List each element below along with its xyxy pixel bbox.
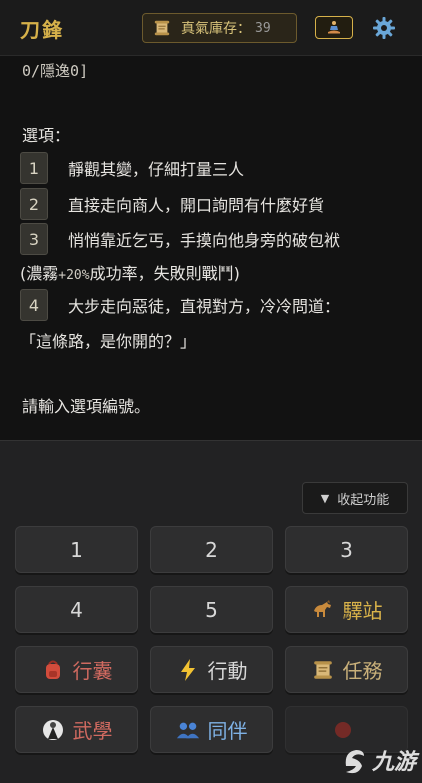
collapse-functions-button[interactable]: ▼ 收起功能 [302,482,408,514]
qi-stock-badge[interactable]: 真氣庫存： 39 [142,13,297,43]
key-label: 5 [205,597,218,622]
meditate-icon [328,20,340,33]
option-number[interactable]: 4 [20,289,48,321]
martial-arts-button[interactable]: 武學 [15,706,138,753]
watermark-logo: 九游 [338,736,422,780]
triangle-down-icon: ▼ [320,491,330,505]
option-1[interactable]: 1 靜觀其變，仔細打量三人 [20,152,244,184]
post-station-button[interactable]: 驛站 [285,586,408,633]
companions-icon [176,718,200,742]
option-3[interactable]: 3 悄悄靠近乞丐，手摸向他身旁的破包袱 [20,223,340,255]
key-label: 3 [340,537,353,562]
key-label: 4 [70,597,83,622]
key-label: 武學 [72,719,113,743]
key-3-button[interactable]: 3 [285,526,408,573]
option-4-continuation: 「這條路，是你開的？」 [20,332,197,351]
qi-stock-value: 39 [255,20,271,36]
app-title: 刀鋒 [20,18,64,42]
qi-stock-label: 真氣庫存： [181,21,251,37]
control-panel: ▼ 收起功能 1 2 3 4 5 驛站 行囊 行動 任務 武學 同伴 九游 [0,440,422,783]
svg-text:九游: 九游 [371,750,420,775]
key-label: 行動 [207,659,248,683]
option-number[interactable]: 3 [20,223,48,255]
key-label: 行囊 [72,659,113,683]
scroll-icon [311,658,335,682]
option-4[interactable]: 4 大步走向惡徒，直視對方，冷冷問道： [20,289,340,321]
key-5-button[interactable]: 5 [150,586,273,633]
option-text: 直接走向商人，開口詢問有什麼好貨 [68,196,325,215]
input-prompt: 請輸入選項編號。 [22,397,151,416]
meditate-button[interactable] [315,16,353,39]
option-text: 大步走向惡徒，直視對方，冷冷問道： [68,297,341,316]
story-panel: 0/隱逸0] 選項： 1 靜觀其變，仔細打量三人 2 直接走向商人，開口詢問有什… [0,56,422,440]
fog-bonus-percent: +20% [58,268,90,283]
options-heading: 選項： [22,126,71,145]
option-number[interactable]: 1 [20,152,48,184]
key-4-button[interactable]: 4 [15,586,138,633]
option-3-cont-pre: (濃霧 [20,264,59,283]
action-button[interactable]: 行動 [150,646,273,693]
key-2-button[interactable]: 2 [150,526,273,573]
collapse-label: 收起功能 [337,492,390,508]
option-number[interactable]: 2 [20,188,48,220]
option-text: 靜觀其變，仔細打量三人 [68,160,245,179]
key-label: 1 [70,537,83,562]
key-label: 任務 [342,659,383,683]
horse-icon [311,598,335,622]
option-text: 悄悄靠近乞丐，手摸向他身旁的破包袱 [68,231,341,250]
lightning-icon [176,658,200,682]
backpack-icon [41,658,65,682]
key-label: 2 [205,537,218,562]
backpack-button[interactable]: 行囊 [15,646,138,693]
key-label: 驛站 [342,599,383,623]
carryover-line: 0/隱逸0] [22,62,89,80]
option-2[interactable]: 2 直接走向商人，開口詢問有什麼好貨 [20,188,324,220]
martial-arts-icon [41,718,65,742]
top-bar: 刀鋒 真氣庫存： 39 [0,0,422,56]
scroll-icon [154,20,170,36]
key-label: 同伴 [207,719,248,743]
key-1-button[interactable]: 1 [15,526,138,573]
option-3-continuation: (濃霧+20%成功率，失敗則戰鬥) [20,260,240,284]
option-3-cont-post: 成功率，失敗則戰鬥) [89,264,240,283]
quests-button[interactable]: 任務 [285,646,408,693]
companions-button[interactable]: 同伴 [150,706,273,753]
gear-icon[interactable] [372,16,396,40]
